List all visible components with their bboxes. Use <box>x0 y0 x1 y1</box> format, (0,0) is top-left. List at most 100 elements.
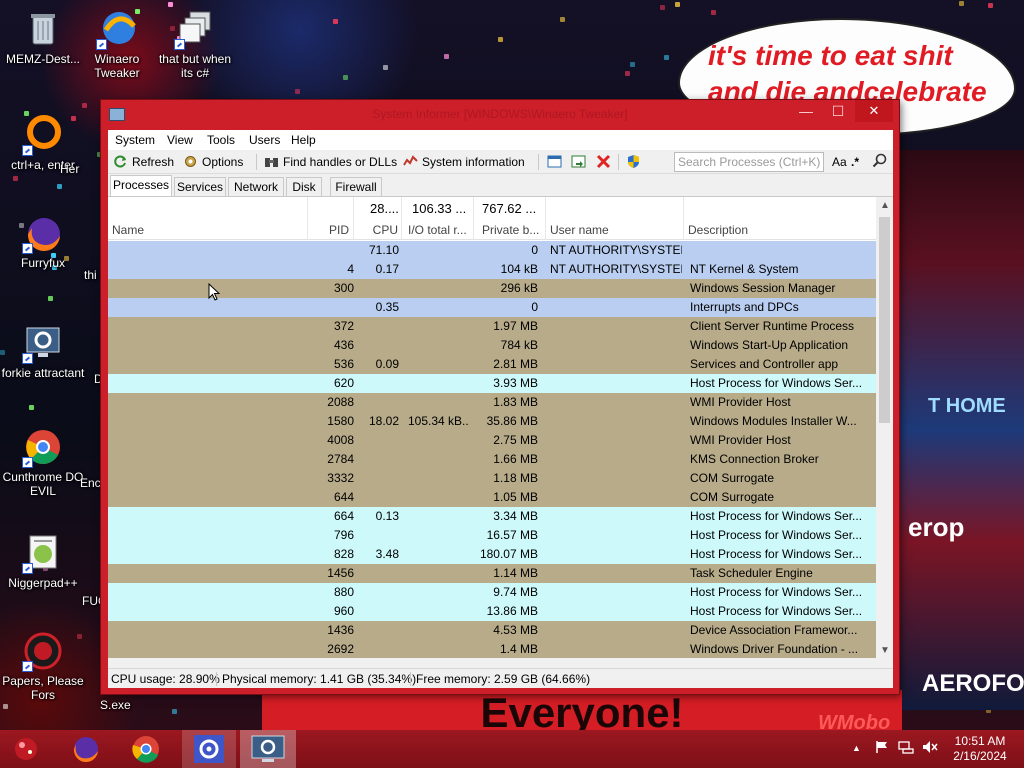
scroll-up-icon[interactable]: ▲ <box>880 200 890 211</box>
desktop-icon-her[interactable]: Her <box>60 162 100 176</box>
desktop-icon-cunthrome[interactable]: Cunthrome DO EVIL <box>0 426 86 498</box>
column-header-io-total[interactable]: 106.33 ... I/O total r... <box>402 197 474 240</box>
desktop-icon-papers-please[interactable]: Papers, Please Fors <box>0 630 86 702</box>
table-row[interactable]: WmiPrvSE.exe20881.83 MBWMI Provider Host <box>108 393 876 412</box>
table-row[interactable]: smss.exe300296 kBWindows Session Manager <box>108 279 876 298</box>
menu-view[interactable]: View <box>167 133 193 147</box>
table-row[interactable]: TiWorker.exe158018.02105.34 kB...35.86 M… <box>108 412 876 431</box>
table-row[interactable]: svchost.exe8809.74 MBHost Process for Wi… <box>108 583 876 602</box>
minimize-button[interactable]: — <box>791 100 821 122</box>
column-header-pid[interactable]: PID <box>308 197 354 240</box>
table-row[interactable]: ◢svchost.exe8283.48180.07 MBHost Process… <box>108 545 876 564</box>
taskbar: ▲ 10:51 AM 2/16/2024 <box>0 730 1024 768</box>
background-text-wmobo: WMobo <box>818 712 891 730</box>
desktop-icon-furryfux[interactable]: Furryfux <box>0 212 86 270</box>
status-physical-memory: Physical memory: 1.41 GB (35.34%) <box>222 672 417 686</box>
start-button[interactable] <box>0 730 52 768</box>
menu-tools[interactable]: Tools <box>207 133 235 147</box>
admin-shield-button[interactable] <box>626 153 645 171</box>
desktop-icon-forkie-attractant[interactable]: forkie attractant <box>0 322 86 380</box>
desktop-icon-s-exe[interactable]: S.exe <box>100 698 131 712</box>
process-description: Windows Session Manager <box>690 281 836 295</box>
process-private-bytes: 13.86 MB <box>486 604 538 618</box>
column-header-name[interactable]: Name <box>108 197 308 240</box>
find-handles-button[interactable]: Find handles or DLLs <box>264 153 397 171</box>
toolbar-separator <box>256 154 257 170</box>
taskbar-system-informer[interactable] <box>240 730 296 768</box>
window-layout-button[interactable] <box>547 153 566 171</box>
desktop-icon-label: that but when its c# <box>158 52 232 80</box>
window-titlebar[interactable]: System Informer [WINDOWS\Winaero Tweaker… <box>101 100 899 128</box>
search-processes-input[interactable]: Search Processes (Ctrl+K) <box>674 152 824 172</box>
taskbar-firefox[interactable] <box>60 730 112 768</box>
vertical-scrollbar[interactable]: ▲ ▼ <box>876 197 893 658</box>
window-title: System Informer [WINDOWS\Winaero Tweaker… <box>372 107 628 121</box>
taskbar-settings[interactable] <box>182 730 236 768</box>
scroll-down-icon[interactable]: ▼ <box>880 645 890 656</box>
desktop-icon-that-but-when[interactable]: that but when its c# <box>152 8 238 80</box>
column-header-user-name[interactable]: User name <box>546 197 684 240</box>
table-row[interactable]: svchost.exe79616.57 MBHost Process for W… <box>108 526 876 545</box>
taskbar-clock[interactable]: 10:51 AM 2/16/2024 <box>944 734 1016 764</box>
tab-disk[interactable]: Disk <box>286 177 322 196</box>
tray-expand-icon[interactable]: ▲ <box>852 743 861 753</box>
confetti-speck <box>988 3 993 8</box>
desktop-icon-winaero-tweaker[interactable]: Winaero Tweaker <box>74 8 160 80</box>
toolbar-separator <box>538 154 539 170</box>
chrome-icon <box>22 426 64 468</box>
find-window-button[interactable] <box>571 153 590 171</box>
chrome-icon <box>132 736 159 763</box>
table-row[interactable]: ◢System40.17104 kBNT AUTHORITY\SYSTEMNT … <box>108 260 876 279</box>
regex-toggle[interactable]: .* <box>851 153 859 171</box>
column-header-private-bytes[interactable]: 767.62 ... Private b... <box>474 197 546 240</box>
network-icon[interactable] <box>898 740 914 757</box>
volume-muted-icon[interactable] <box>922 740 938 757</box>
tab-firewall[interactable]: Firewall <box>330 177 382 196</box>
tab-processes[interactable]: Processes <box>110 175 172 197</box>
column-header-description[interactable]: Description <box>684 197 862 240</box>
action-center-flag-icon[interactable] <box>875 740 889 757</box>
search-icon[interactable] <box>872 153 887 171</box>
process-private-bytes: 1.83 MB <box>493 395 538 409</box>
table-row[interactable]: ◢System Idle Process71.100NT AUTHORITY\S… <box>108 241 876 260</box>
column-header-cpu[interactable]: 28.... CPU <box>354 197 402 240</box>
process-pid: 796 <box>333 528 354 542</box>
taskbar-chrome[interactable] <box>120 730 172 768</box>
refresh-button[interactable]: Refresh <box>113 153 174 171</box>
table-row[interactable]: WUDFHost.exe26921.4 MBWindows Driver Fou… <box>108 640 876 658</box>
menu-help[interactable]: Help <box>291 133 316 147</box>
table-row[interactable]: dasHost.exe14364.53 MBDevice Association… <box>108 621 876 640</box>
terminate-button[interactable] <box>596 153 615 171</box>
table-row[interactable]: svchost.exe6640.133.34 MBHost Process fo… <box>108 507 876 526</box>
table-row[interactable]: ◢wininit.exe436784 kBWindows Start-Up Ap… <box>108 336 876 355</box>
confetti-speck <box>82 103 87 108</box>
table-row[interactable]: SppExtComObj.Exe27841.66 MBKMS Connectio… <box>108 450 876 469</box>
system-information-button[interactable]: System information <box>403 153 525 171</box>
options-button[interactable]: Options <box>183 153 243 171</box>
process-pid: 4 <box>347 262 354 276</box>
table-row[interactable]: ◢services.exe5360.092.81 MBServices and … <box>108 355 876 374</box>
table-row[interactable]: dllhost.exe33321.18 MBCOM Surrogate <box>108 469 876 488</box>
tab-services[interactable]: Services <box>174 177 226 196</box>
table-row[interactable]: csrss.exe3721.97 MBClient Server Runtime… <box>108 317 876 336</box>
process-private-bytes: 0 <box>531 300 538 314</box>
maximize-button[interactable]: ☐ <box>823 100 853 122</box>
confetti-speck <box>13 176 18 181</box>
desktop-icon-niggerpad[interactable]: Niggerpad++ <box>0 532 86 590</box>
table-row[interactable]: taskeng.exe14561.14 MBTask Scheduler Eng… <box>108 564 876 583</box>
table-row[interactable]: Interrupts0.350Interrupts and DPCs <box>108 298 876 317</box>
table-row[interactable]: WmiPrvSE.exe40082.75 MBWMI Provider Host <box>108 431 876 450</box>
table-row[interactable]: ◢svchost.exe96013.86 MBHost Process for … <box>108 602 876 621</box>
close-button[interactable]: ✕ <box>855 100 893 122</box>
table-row[interactable]: ◢svchost.exe6203.93 MBHost Process for W… <box>108 374 876 393</box>
shortcut-arrow-icon <box>22 243 33 254</box>
desktop-icon-enc[interactable]: Enc <box>80 476 102 490</box>
scrollbar-thumb[interactable] <box>879 217 890 423</box>
menu-users[interactable]: Users <box>249 133 280 147</box>
process-pid: 3332 <box>327 471 354 485</box>
menu-system[interactable]: System <box>115 133 155 147</box>
table-row[interactable]: dllhost.exe6441.05 MBCOM Surrogate <box>108 488 876 507</box>
tab-network[interactable]: Network <box>228 177 284 196</box>
shortcut-arrow-icon <box>22 661 33 672</box>
match-case-toggle[interactable]: Aa <box>832 153 847 171</box>
